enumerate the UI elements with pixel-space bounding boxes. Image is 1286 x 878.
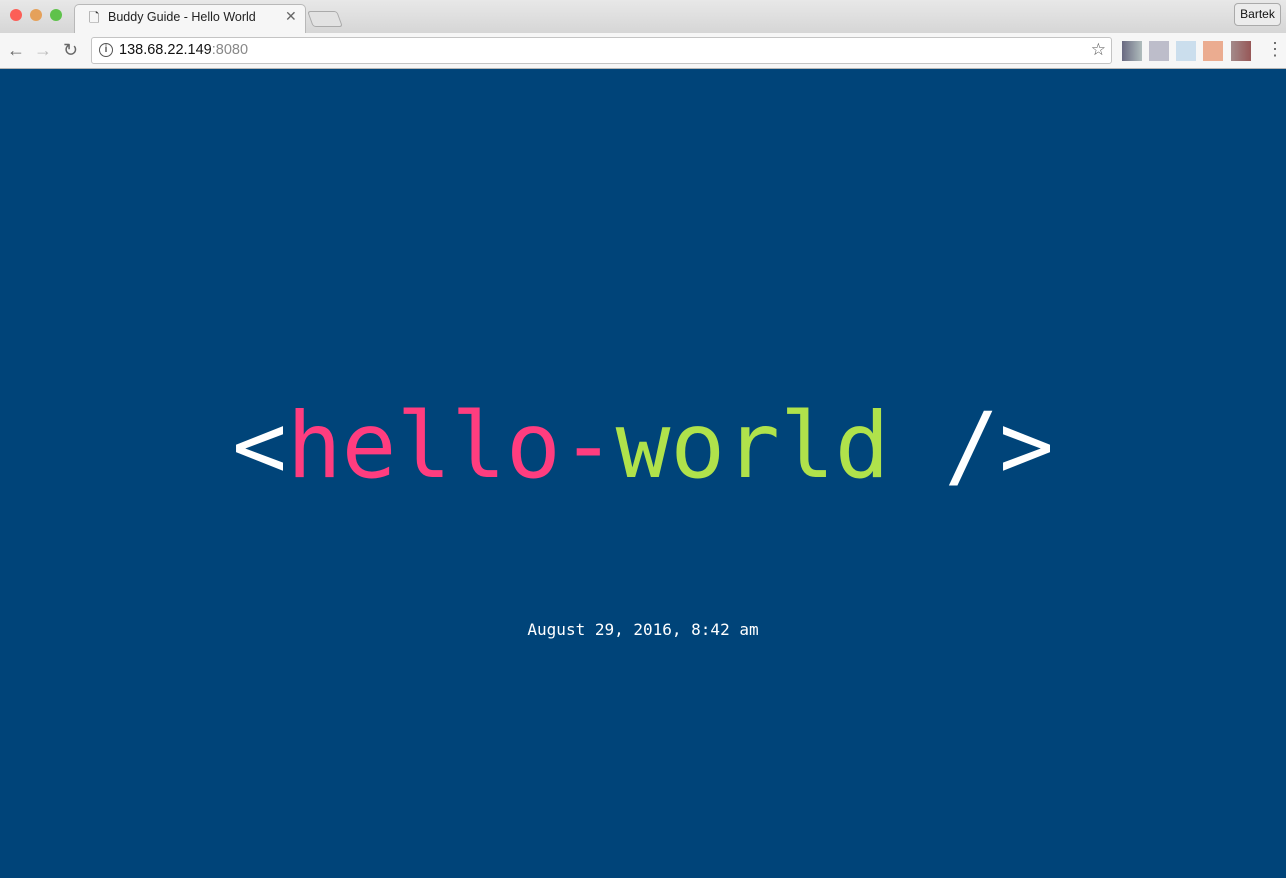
extension-icon[interactable] [1231,41,1251,61]
open-bracket: < [232,394,287,499]
info-icon[interactable]: i [99,43,113,57]
bookmark-star-icon[interactable]: ☆ [1091,40,1106,60]
close-window-button[interactable] [10,9,22,21]
hello-world-heading: <hello-world /> [0,392,1286,502]
dash: - [560,394,616,499]
profile-button[interactable]: Bartek [1234,3,1281,26]
browser-toolbar: ← → ↻ i 138.68.22.149:8080 ☆ ⋮ [0,33,1286,69]
menu-kebab-icon[interactable]: ⋮ [1266,39,1284,60]
extension-icon[interactable] [1149,41,1169,61]
close-tab-icon[interactable]: ✕ [285,8,297,25]
url-host: 138.68.22.149 [119,42,212,58]
close-bracket: /> [889,394,1054,499]
hello-word: hello [286,394,561,499]
tab-title: Buddy Guide - Hello World [108,10,256,24]
address-bar[interactable]: i 138.68.22.149:8080 ☆ [91,37,1112,64]
extension-icon[interactable] [1203,41,1223,61]
url-port: :8080 [211,42,249,58]
back-icon[interactable]: ← [7,40,25,61]
minimize-window-button[interactable] [30,9,42,21]
page-icon: 🗋 [89,10,100,25]
timestamp: August 29, 2016, 8:42 am [527,620,759,639]
extension-icon[interactable] [1176,41,1196,61]
reload-icon[interactable]: ↻ [63,40,78,61]
extension-icon[interactable] [1122,41,1142,61]
page-content: <hello-world /> August 29, 2016, 8:42 am [0,70,1286,878]
new-tab-button[interactable] [307,11,343,27]
maximize-window-button[interactable] [50,9,62,21]
browser-titlebar: 🗋 Buddy Guide - Hello World ✕ Bartek [0,0,1286,34]
world-word: world [615,394,890,499]
forward-icon[interactable]: → [34,40,52,61]
